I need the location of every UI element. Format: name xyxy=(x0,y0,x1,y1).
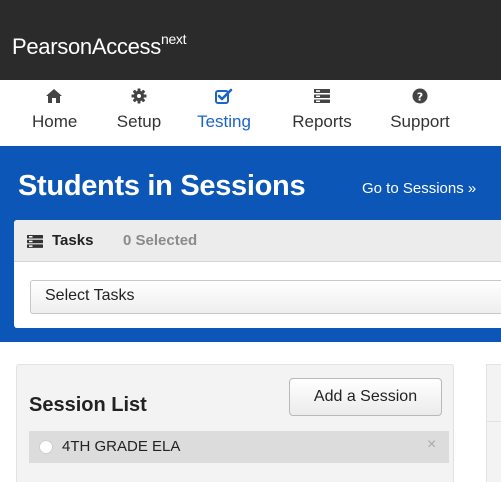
session-list-panel: Session List Add a Session 4TH GRADE ELA… xyxy=(16,364,454,482)
tasks-icon xyxy=(27,235,43,253)
brand-suffix: next xyxy=(160,30,187,47)
page-title: Students in Sessions xyxy=(18,170,306,202)
reports-icon xyxy=(288,88,356,110)
brand-bar: PearsonAccessnext xyxy=(0,0,501,80)
nav-support[interactable]: ? Support xyxy=(386,88,454,132)
add-session-button[interactable]: Add a Session xyxy=(289,378,442,416)
panel-divider xyxy=(487,421,501,422)
tasks-label: Tasks xyxy=(52,232,94,249)
session-list-item[interactable]: 4TH GRADE ELA × xyxy=(29,431,449,463)
close-icon[interactable]: × xyxy=(427,436,436,454)
nav-testing-label: Testing xyxy=(197,112,251,131)
nav-support-label: Support xyxy=(390,112,450,131)
nav-home-label: Home xyxy=(32,112,78,131)
tasks-header: Tasks 0 Selected xyxy=(14,220,501,262)
main-nav: Home Setup Testing Reports ? Support xyxy=(0,80,501,146)
tasks-panel: Tasks 0 Selected Select Tasks xyxy=(14,220,501,328)
checkbox-icon xyxy=(193,88,255,110)
session-list-title: Session List xyxy=(29,394,147,416)
select-tasks-dropdown[interactable]: Select Tasks xyxy=(30,280,501,314)
gear-icon xyxy=(114,88,164,110)
nav-home[interactable]: Home xyxy=(32,88,78,132)
question-icon: ? xyxy=(386,88,454,110)
brand-name: PearsonAccess xyxy=(12,34,161,59)
home-icon xyxy=(32,88,76,110)
nav-reports[interactable]: Reports xyxy=(288,88,356,132)
nav-testing[interactable]: Testing xyxy=(193,88,255,132)
svg-text:?: ? xyxy=(417,90,423,103)
session-radio[interactable] xyxy=(39,440,53,454)
brand-logo[interactable]: PearsonAccessnext xyxy=(12,30,187,60)
nav-setup-label: Setup xyxy=(116,112,162,131)
session-detail-panel xyxy=(486,364,501,482)
nav-setup[interactable]: Setup xyxy=(114,88,164,132)
nav-reports-label: Reports xyxy=(292,112,352,131)
go-to-sessions-link[interactable]: Go to Sessions » xyxy=(362,180,476,197)
tasks-selected-count: 0 Selected xyxy=(123,232,198,249)
session-label: 4TH GRADE ELA xyxy=(62,438,181,455)
